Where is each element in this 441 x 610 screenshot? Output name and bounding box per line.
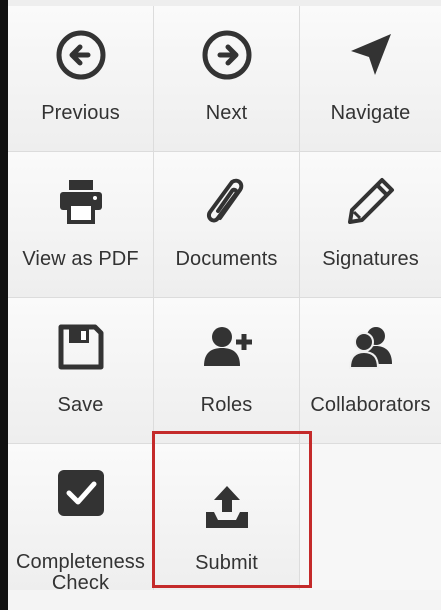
documents-label: Documents (175, 248, 278, 270)
arrow-right-circle-icon (200, 28, 254, 82)
signatures-button[interactable]: Signatures (300, 152, 441, 297)
completeness-check-button[interactable]: Completeness Check (8, 444, 154, 594)
roles-label: Roles (200, 394, 253, 416)
users-icon (344, 320, 398, 374)
completeness-label-line1: Completeness (15, 551, 146, 573)
printer-icon (54, 174, 108, 228)
navigate-label: Navigate (330, 102, 411, 124)
next-label: Next (205, 102, 248, 124)
action-row: Completeness Check Submit (8, 444, 441, 594)
empty-cell (300, 444, 441, 591)
collaborators-label: Collaborators (310, 394, 431, 416)
save-label: Save (57, 394, 104, 416)
submit-label: Submit (195, 552, 258, 574)
save-button[interactable]: Save (8, 298, 154, 443)
upload-tray-icon (200, 480, 254, 534)
user-plus-icon (200, 320, 254, 374)
navigate-button[interactable]: Navigate (300, 6, 441, 151)
previous-label: Previous (41, 102, 120, 124)
location-arrow-icon (344, 28, 398, 82)
pencil-icon (344, 174, 398, 228)
view-as-pdf-label: View as PDF (22, 248, 139, 270)
floppy-disk-icon (54, 320, 108, 374)
arrow-left-circle-icon (54, 28, 108, 82)
previous-button[interactable]: Previous (8, 6, 154, 151)
view-as-pdf-button[interactable]: View as PDF (8, 152, 154, 297)
menu-bottom-edge (8, 590, 441, 610)
action-menu: Previous Next Navigate View as PDF Docum… (0, 0, 441, 610)
paperclip-icon (200, 174, 254, 228)
action-grid: Previous Next Navigate View as PDF Docum… (8, 6, 441, 594)
action-row: View as PDF Documents Signatures (8, 152, 441, 298)
collaborators-button[interactable]: Collaborators (300, 298, 441, 443)
documents-button[interactable]: Documents (154, 152, 300, 297)
submit-button[interactable]: Submit (154, 444, 300, 591)
next-button[interactable]: Next (154, 6, 300, 151)
action-row: Previous Next Navigate (8, 6, 441, 152)
checkbox-icon (54, 466, 108, 520)
signatures-label: Signatures (322, 248, 419, 270)
action-row: Save Roles Collaborators (8, 298, 441, 444)
roles-button[interactable]: Roles (154, 298, 300, 443)
completeness-check-label: Completeness Check (8, 552, 153, 594)
